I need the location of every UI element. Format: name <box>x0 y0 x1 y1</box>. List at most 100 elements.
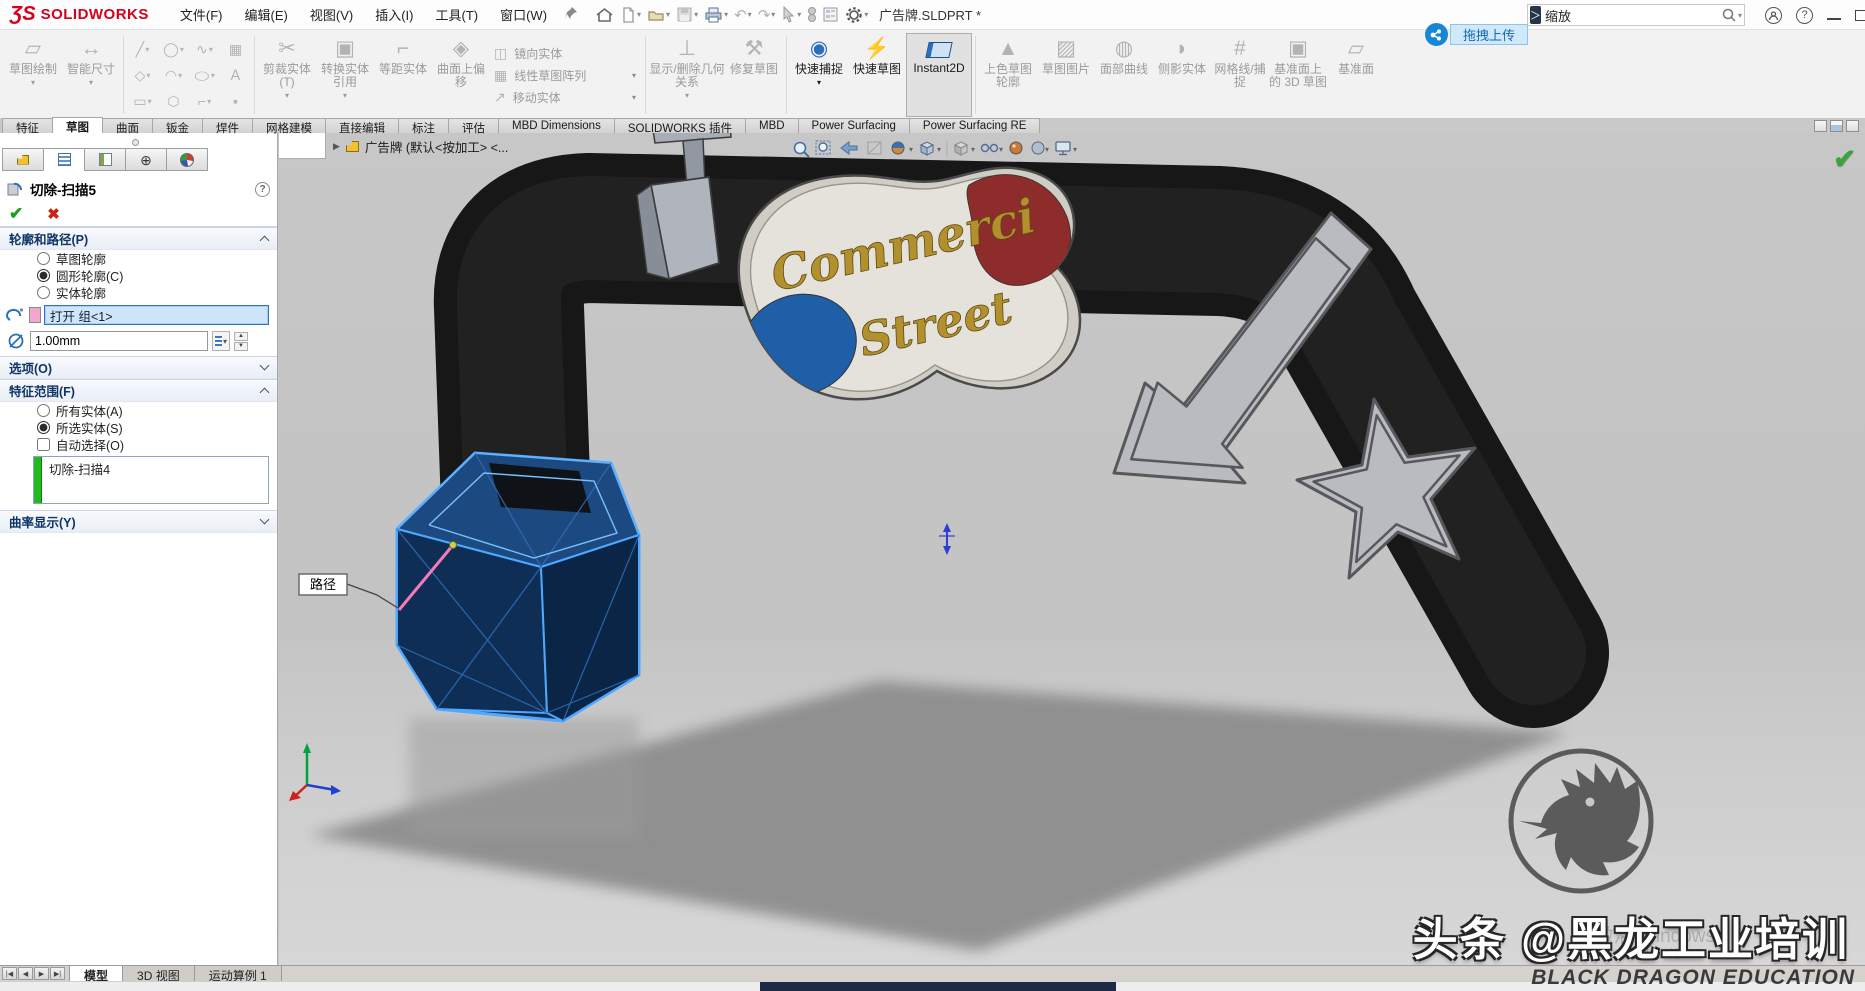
plane-button[interactable]: ▱ 基准面 <box>1327 33 1385 117</box>
expand-arrow-icon[interactable]: ▶ <box>333 141 340 152</box>
ok-button[interactable]: ✔ <box>9 204 23 224</box>
instant2d-button[interactable]: Instant2D <box>906 33 972 117</box>
checkbox-input[interactable] <box>37 438 50 451</box>
tab-power-surfacing[interactable]: Power Surfacing <box>798 118 910 133</box>
bodies-list-box[interactable]: 切除-扫描4 <box>33 456 269 504</box>
section-curvature-display[interactable]: 曲率显示(Y) <box>0 510 277 533</box>
point-tool[interactable]: ▪ <box>220 88 251 114</box>
grid-snap-button[interactable]: # 网格线/捕捉 <box>1211 33 1269 117</box>
feature-manager-tab[interactable] <box>2 148 44 171</box>
home-button[interactable] <box>592 4 617 26</box>
undo-button[interactable]: ↶▾ <box>731 4 755 26</box>
motion-study-tab[interactable]: 运动算例 1 <box>194 965 282 981</box>
tab-power-surfacing-re[interactable]: Power Surfacing RE <box>909 118 1041 133</box>
graphics-viewport[interactable]: Commerci Street <box>279 133 1865 965</box>
list-item[interactable]: 切除-扫描4 <box>42 457 117 503</box>
zoom-fit-icon[interactable] <box>795 143 810 158</box>
confirmation-corner-check[interactable]: ✔ <box>1833 144 1856 175</box>
section-options[interactable]: 选项(O) <box>0 356 277 379</box>
help-icon[interactable]: ? <box>1796 7 1813 24</box>
section-feature-scope[interactable]: 特征范围(F) <box>0 379 277 402</box>
radio-selected-bodies[interactable]: 所选实体(S) <box>0 419 277 436</box>
model-tab[interactable]: 模型 <box>69 965 123 981</box>
tab-markup[interactable]: 标注 <box>398 118 449 133</box>
section-view-icon[interactable] <box>868 142 881 154</box>
radio-input[interactable] <box>37 286 50 299</box>
tab-sheet-metal[interactable]: 钣金 <box>152 118 203 133</box>
silhouette-entities-button[interactable]: ◗ 侧影实体 <box>1153 33 1211 117</box>
radio-input[interactable] <box>37 269 50 282</box>
next-tab-button[interactable]: ▶ <box>34 967 49 980</box>
property-manager-tab[interactable] <box>43 148 85 171</box>
sketch-button[interactable]: ▱ 草图绘制▾ <box>4 33 62 117</box>
radio-input[interactable] <box>37 421 50 434</box>
rhombus-tool[interactable]: ◇▾ <box>127 62 158 88</box>
cloud-upload-badge[interactable]: 拖拽上传 <box>1425 23 1528 46</box>
cancel-button[interactable]: ✖ <box>47 205 60 223</box>
smart-dimension-button[interactable]: ↔ 智能尺寸▾ <box>62 33 120 117</box>
section-profile-path[interactable]: 轮廓和路径(P) <box>0 227 277 250</box>
radio-sketch-profile[interactable]: 草图轮廓 <box>0 250 277 267</box>
linear-sketch-pattern-button[interactable]: ▦线性草图阵列▾ <box>494 67 642 84</box>
arc-tool[interactable]: ◠▾ <box>158 62 189 88</box>
circle-tool[interactable]: ◯▾ <box>158 36 189 62</box>
trim-entities-button[interactable]: ✂ 剪裁实体(T)▾ <box>258 33 316 117</box>
sketch-on-plane-button[interactable]: ▣ 基准面上的 3D 草图 <box>1269 33 1327 117</box>
account-icon[interactable] <box>1765 7 1782 24</box>
fillet-tool[interactable]: ⌐▾ <box>189 88 220 114</box>
quick-snaps-button[interactable]: ◉ 快速捕捉▾ <box>790 33 848 117</box>
sketch-picture-button[interactable]: ▨ 草图图片 <box>1037 33 1095 117</box>
polygon-tool[interactable]: ⬡ <box>158 88 189 114</box>
3d-views-tab[interactable]: 3D 视图 <box>122 965 195 981</box>
offset-entities-button[interactable]: ⌐ 等距实体 <box>374 33 432 117</box>
convert-entities-button[interactable]: ▣ 转换实体引用▾ <box>316 33 374 117</box>
new-document-button[interactable]: ▾ <box>617 4 644 26</box>
path-callout[interactable]: 路径 <box>299 574 398 608</box>
last-tab-button[interactable]: ▶| <box>50 967 65 980</box>
tab-features[interactable]: 特征 <box>2 118 53 133</box>
line-tool[interactable]: ╱▾ <box>127 36 158 62</box>
repair-sketch-button[interactable]: ⚒ 修复草图 <box>725 33 783 117</box>
ellipse-tool[interactable]: ◯▾ <box>189 62 220 88</box>
edit-appearance-icon[interactable] <box>1010 142 1022 154</box>
zoom-area-icon[interactable] <box>816 141 830 154</box>
step-up-button[interactable]: ▲ <box>234 332 248 341</box>
radio-solid-profile[interactable]: 实体轮廓 <box>0 284 277 301</box>
tab-weldments[interactable]: 焊件 <box>202 118 253 133</box>
pin-menu-icon[interactable] <box>564 6 578 23</box>
menu-file[interactable]: 文件(F) <box>169 1 234 28</box>
tab-mbd-dimensions[interactable]: MBD Dimensions <box>498 118 615 133</box>
rapid-sketch-button[interactable]: ⚡ 快速草图 <box>848 33 906 117</box>
scene-icon[interactable] <box>1032 142 1044 154</box>
tab-mesh-modeling[interactable]: 网格建模 <box>252 118 326 133</box>
pane-toggle-left-icon[interactable] <box>1814 120 1827 132</box>
menu-tools[interactable]: 工具(T) <box>424 1 489 28</box>
print-button[interactable]: ▾ <box>701 4 731 26</box>
save-button[interactable]: ▾ <box>673 4 701 25</box>
view-settings-icon[interactable] <box>1056 142 1070 155</box>
face-curves-button[interactable]: ◍ 面部曲线 <box>1095 33 1153 117</box>
step-down-button[interactable]: ▼ <box>234 342 248 351</box>
display-delete-relations-button[interactable]: ⊥ 显示/删除几何关系▾ <box>649 33 725 117</box>
minimize-button[interactable] <box>1827 18 1841 20</box>
selected-blue-body[interactable] <box>397 453 639 721</box>
path-selection-field[interactable]: 打开 组<1> <box>44 305 269 325</box>
spline-tool[interactable]: ∿▾ <box>189 36 220 62</box>
restore-button[interactable] <box>1855 10 1865 21</box>
hide-show-items-icon[interactable] <box>982 145 998 152</box>
radio-circular-profile[interactable]: 圆形轮廓(C) <box>0 267 277 284</box>
view-orientation-icon[interactable] <box>921 142 933 155</box>
commerci-street-sign[interactable]: Commerci Street <box>728 168 1080 411</box>
appearance-icon[interactable] <box>892 142 904 154</box>
radio-all-bodies[interactable]: 所有实体(A) <box>0 402 277 419</box>
menu-view[interactable]: 视图(V) <box>299 1 364 28</box>
text-tool[interactable]: Ａ <box>220 62 251 88</box>
diameter-input[interactable] <box>30 331 208 351</box>
tab-addins[interactable]: SOLIDWORKS 插件 <box>614 118 746 133</box>
tab-mbd[interactable]: MBD <box>745 118 799 133</box>
search-magnifier-icon[interactable]: ▾ <box>1721 7 1746 23</box>
tab-direct-editing[interactable]: 直接编辑 <box>325 118 399 133</box>
display-style-icon[interactable] <box>955 142 967 155</box>
flyout-tree-strip[interactable] <box>279 133 326 159</box>
surface-offset-button[interactable]: ◈ 曲面上偏移 <box>432 33 490 117</box>
